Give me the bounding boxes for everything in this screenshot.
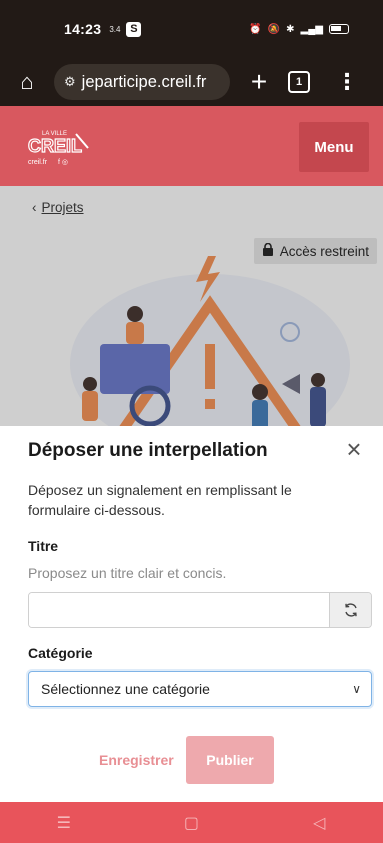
access-badge-label: Accès restreint bbox=[279, 243, 369, 259]
system-nav-bar: ☰ ▢ ◁ bbox=[0, 802, 383, 843]
more-icon[interactable]: ⋮ bbox=[336, 69, 358, 95]
modal-description: Déposez un signalement en remplissant le… bbox=[28, 482, 292, 518]
categorie-label: Catégorie bbox=[28, 645, 93, 661]
publish-button[interactable]: Publier bbox=[186, 736, 274, 784]
close-icon[interactable]: × bbox=[339, 434, 369, 465]
categorie-select[interactable]: Sélectionnez une catégorie ∨ bbox=[28, 671, 372, 707]
site-settings-icon[interactable]: ⚙ bbox=[64, 74, 76, 90]
titre-label: Titre bbox=[28, 538, 59, 554]
titre-help-text: Proposez un titre clair et concis. bbox=[28, 565, 227, 581]
svg-text:CREIL: CREIL bbox=[28, 136, 82, 156]
modal-title: Déposer une interpellation bbox=[28, 440, 268, 461]
new-tab-icon[interactable]: + bbox=[244, 66, 274, 98]
chevron-down-icon: ∨ bbox=[352, 682, 361, 696]
svg-text:creil.fr: creil.fr bbox=[28, 159, 48, 166]
url-text: jeparticipe.creil.fr bbox=[81, 72, 207, 91]
titre-input[interactable] bbox=[29, 593, 329, 627]
status-icons: ⏰ 🔕 ✱ ▂▄▆ bbox=[249, 24, 349, 35]
bluetooth-icon: ✱ bbox=[286, 23, 295, 35]
status-time: 14:23 bbox=[64, 21, 102, 37]
svg-text:f ◎: f ◎ bbox=[58, 159, 68, 166]
titre-field-group bbox=[28, 592, 372, 628]
breadcrumb-link[interactable]: Projets bbox=[42, 200, 84, 215]
categorie-selected-value: Sélectionnez une catégorie bbox=[41, 681, 210, 697]
refresh-icon bbox=[344, 603, 357, 617]
menu-button[interactable]: Menu bbox=[299, 122, 369, 172]
app-notification-icon: S bbox=[126, 21, 142, 37]
alarm-icon: ⏰ bbox=[249, 23, 262, 35]
browser-toolbar: ⌂ ⚙ jeparticipe.creil.fr + 1 ⋮ bbox=[0, 58, 383, 106]
address-bar[interactable]: ⚙ jeparticipe.creil.fr bbox=[54, 64, 230, 100]
breadcrumb[interactable]: ‹ Projets bbox=[32, 200, 84, 215]
mute-icon: 🔕 bbox=[267, 23, 281, 35]
status-indicator: 3.4 bbox=[109, 24, 121, 34]
access-badge: Accès restreint bbox=[253, 238, 377, 264]
save-button[interactable]: Enregistrer bbox=[93, 736, 179, 784]
page-content: ‹ Projets Accès restreint bbox=[0, 186, 383, 426]
interpellation-modal: Déposer une interpellation × Déposez un … bbox=[0, 426, 383, 802]
signal-icon: ▂▄▆ bbox=[300, 23, 323, 35]
lock-icon bbox=[262, 242, 274, 259]
site-header: LA VILLE CREIL creil.fr f ◎ Menu bbox=[0, 106, 383, 186]
home-nav-icon[interactable]: ▢ bbox=[171, 813, 211, 833]
creil-logo[interactable]: LA VILLE CREIL creil.fr f ◎ bbox=[27, 126, 100, 168]
battery-icon bbox=[329, 24, 349, 34]
home-icon[interactable]: ⌂ bbox=[10, 69, 44, 95]
recent-apps-icon[interactable]: ☰ bbox=[44, 813, 84, 833]
refresh-button[interactable] bbox=[329, 593, 371, 627]
back-icon[interactable]: ◁ bbox=[299, 813, 339, 833]
status-bar: 14:23 3.4 S ⏰ 🔕 ✱ ▂▄▆ bbox=[0, 0, 383, 58]
tab-switcher-icon[interactable]: 1 bbox=[288, 71, 310, 93]
chevron-left-icon: ‹ bbox=[32, 200, 37, 215]
